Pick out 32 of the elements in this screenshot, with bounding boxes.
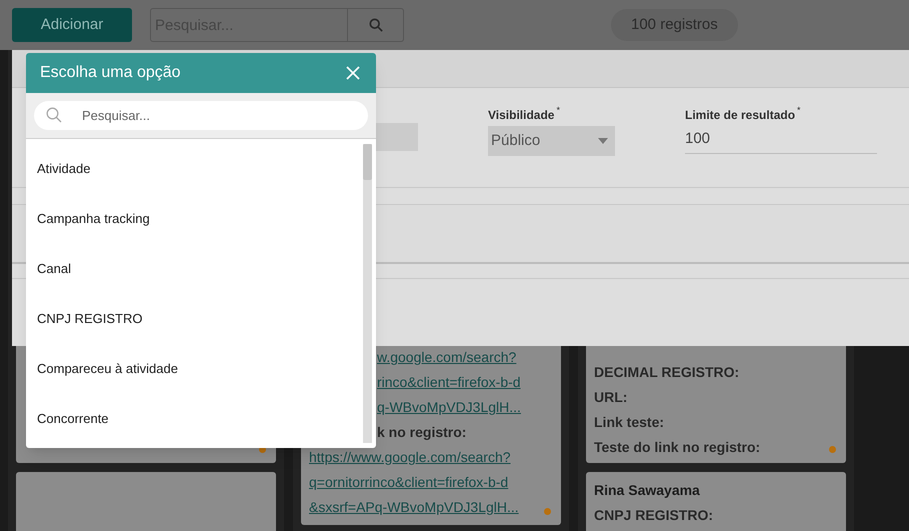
scrollbar[interactable] [363, 144, 372, 443]
result-limit-field[interactable]: 100 [685, 126, 877, 154]
visibility-select[interactable]: Público [488, 126, 615, 156]
field-label: Visibilidade [488, 107, 554, 124]
add-button[interactable]: Adicionar [12, 8, 132, 42]
field-label: Link teste: [594, 413, 664, 432]
field-label: Teste do link no registro: [594, 438, 760, 457]
field-label: DECIMAL REGISTRO: [594, 363, 740, 382]
field-label: URL: [594, 388, 628, 407]
search-icon [46, 107, 62, 123]
record-link[interactable]: &sxsrf=APq-WBvoMpVDJ3LglH... [309, 497, 519, 518]
picker-search-field[interactable]: Pesquisar... [34, 101, 368, 130]
record-title: Rina Sawayama [594, 481, 700, 500]
record-link[interactable]: w.google.com/search? [377, 347, 516, 368]
record-card[interactable]: Rina Sawayama CNPJ REGISTRO: [586, 472, 846, 531]
record-link[interactable]: q-WBvoMpVDJ3LglH... [377, 397, 521, 418]
field-label: CNPJ REGISTRO: [594, 506, 714, 525]
close-button[interactable] [344, 64, 362, 82]
search-button[interactable] [348, 8, 404, 42]
required-mark: * [797, 106, 801, 115]
close-icon [346, 66, 360, 80]
field-label: Limite de resultado [685, 107, 796, 124]
required-mark: * [556, 106, 560, 115]
record-link[interactable]: rinco&client=firefox-b-d [377, 372, 521, 393]
record-link[interactable]: https://www.google.com/search? [309, 447, 511, 468]
search-icon [368, 18, 382, 32]
picker-title: Escolha uma opção [40, 63, 181, 83]
input-field[interactable] [376, 123, 418, 151]
field-label: k no registro: [377, 423, 466, 442]
caret-icon [598, 138, 608, 144]
record-link[interactable]: q=ornitorrinco&client=firefox-b-d [309, 472, 508, 493]
record-count-badge: 100 registros [611, 9, 738, 41]
